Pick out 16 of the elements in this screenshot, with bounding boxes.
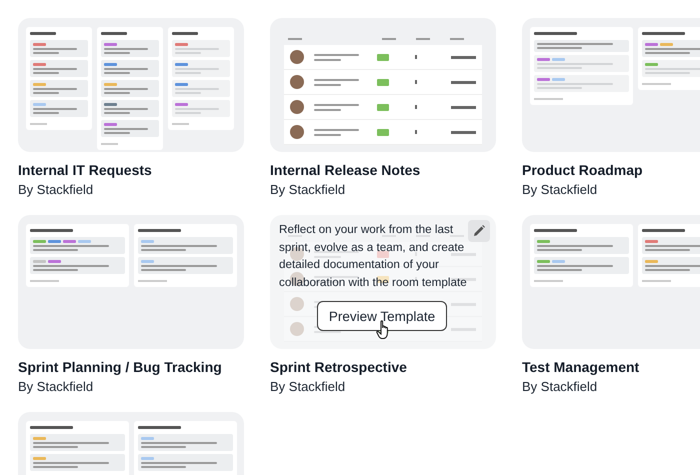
template-title[interactable]: Sprint Planning / Bug Tracking [18,359,244,375]
template-title[interactable]: Sprint Retrospective [270,359,496,375]
template-author: By Stackfield [18,379,94,394]
template-author: By Stackfield [18,182,94,197]
pencil-icon [472,224,486,238]
template-title[interactable]: Product Roadmap [522,162,700,178]
template-author: By Stackfield [522,182,598,197]
template-description: Reflect on your work from the last sprint, evolve as a team, and create detailed documentation of your collaboration with the room template [279,222,467,290]
template-author: By Stackfield [270,379,346,394]
template-title[interactable]: Internal IT Requests [18,162,244,178]
template-title[interactable]: Internal Release Notes [270,162,496,178]
preview-template-button[interactable]: Preview Template [317,301,447,331]
template-author: By Stackfield [270,182,346,197]
edit-button[interactable] [468,220,490,242]
template-author: By Stackfield [522,379,598,394]
template-title[interactable]: Test Management [522,359,700,375]
